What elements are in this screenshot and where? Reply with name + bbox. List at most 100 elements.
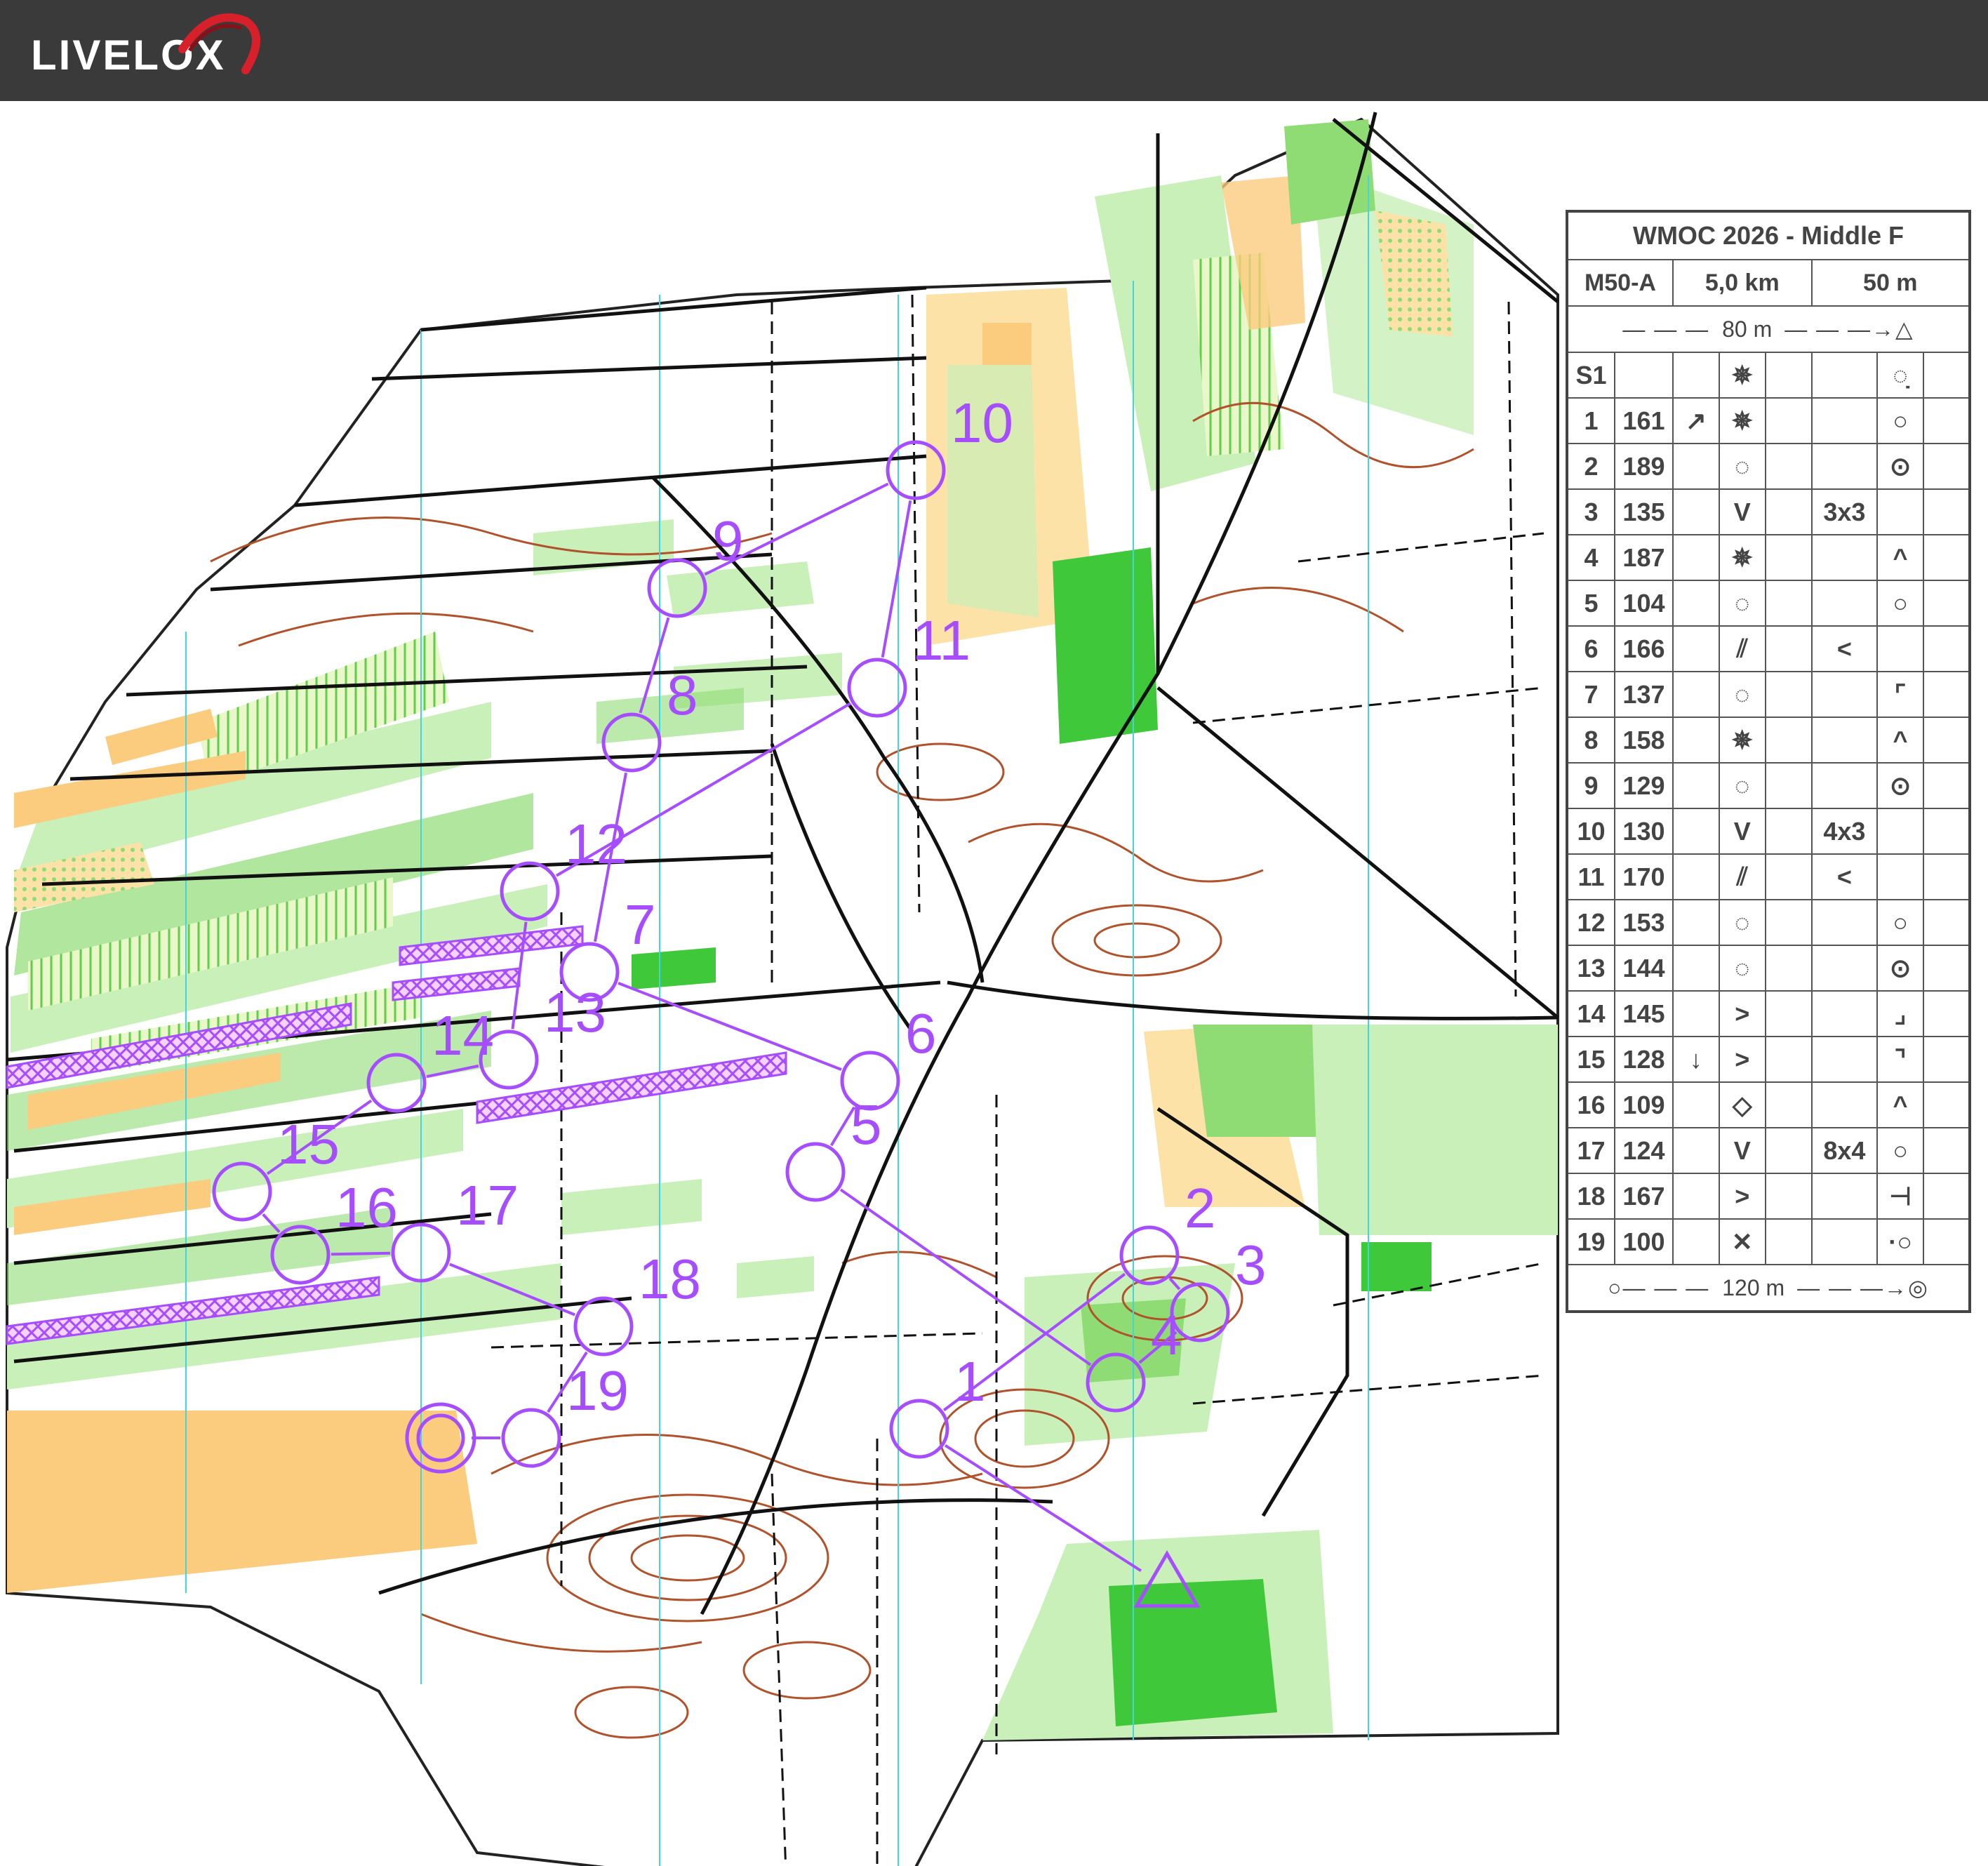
control-code: 187 [1614,534,1674,581]
control-number: 9 [712,509,744,572]
control-number: 2 [1185,1177,1216,1239]
empty-cell [1764,580,1813,627]
control-code: 124 [1614,1127,1674,1174]
empty-cell [1764,443,1813,490]
empty-cell [1923,488,1970,535]
control-num: 10 [1566,808,1616,855]
control-dim [1810,352,1879,399]
control-feature: ✵ [1718,534,1766,581]
control-number: 13 [544,981,606,1044]
control-extra: ⊣ [1876,1173,1925,1220]
event-title: WMOC 2026 - Middle F [1566,211,1970,260]
control-num: 13 [1566,945,1616,992]
control-feature: ⫽ [1718,625,1766,672]
control-dim [1810,1036,1879,1083]
empty-cell [1764,808,1813,855]
control-dim [1810,534,1879,581]
control-extra: ○ [1876,397,1925,444]
control-extra: ◌̣ [1876,352,1925,399]
control-row: 3 135 V 3x3 [1566,488,1970,535]
course-leg [331,1251,391,1256]
control-num: 1 [1566,397,1616,444]
control-dim [1810,762,1879,809]
control-row: 14 145 > ⌟ [1566,990,1970,1037]
control-number: 4 [1151,1304,1182,1366]
control-number: 18 [639,1248,701,1310]
control-number: 17 [456,1174,519,1237]
control-dir [1672,1127,1720,1174]
control-row: 11 170 ⫽ < [1566,853,1970,900]
empty-cell [1923,443,1970,490]
arrow-to-start-icon: — — —→△ [1784,316,1914,342]
control-feature: ⫽ [1718,853,1766,900]
control-number: 19 [566,1359,629,1422]
control-num: 4 [1566,534,1616,581]
empty-cell [1764,1081,1813,1128]
control-extra: ⊙ [1876,443,1925,490]
empty-cell [1923,762,1970,809]
control-dim [1810,899,1879,946]
control-num: 11 [1566,853,1616,900]
empty-cell [1923,853,1970,900]
control-dir [1672,762,1720,809]
control-feature: ◌ [1718,671,1766,718]
control-code: 130 [1614,808,1674,855]
control-extra: ⊙ [1876,945,1925,992]
control-feature: ◇ [1718,1081,1766,1128]
control-code: 145 [1614,990,1674,1037]
control-code: 161 [1614,397,1674,444]
control-extra: ○ [1876,899,1925,946]
control-number: 8 [667,664,698,726]
control-dim [1810,580,1879,627]
control-code: 166 [1614,625,1674,672]
control-dim [1810,671,1879,718]
control-num: 5 [1566,580,1616,627]
control-dir [1672,580,1720,627]
control-row: 17 124 V 8x4 ○ [1566,1127,1970,1174]
control-code: 104 [1614,580,1674,627]
control-row: 10 130 V 4x3 [1566,808,1970,855]
control-row: 18 167 > ⊣ [1566,1173,1970,1220]
control-number: 14 [432,1004,494,1067]
control-number: 12 [565,813,627,875]
control-feature: ◌ [1718,762,1766,809]
control-num: 3 [1566,488,1616,535]
control-dir [1672,808,1720,855]
empty-cell [1764,762,1813,809]
control-dim [1810,945,1879,992]
control-dim: 4x3 [1810,808,1879,855]
control-dir [1672,853,1720,900]
control-row: 8 158 ✵ ^ [1566,717,1970,764]
control-feature: V [1718,1127,1766,1174]
control-code: 189 [1614,443,1674,490]
control-number: 10 [951,392,1013,454]
control-num: 8 [1566,717,1616,764]
control-dim [1810,990,1879,1037]
finish-tape-distance: 120 m [1722,1274,1785,1300]
control-dim [1810,443,1879,490]
control-feature: > [1718,1173,1766,1220]
empty-cell [1764,397,1813,444]
control-number: 6 [905,1002,937,1065]
control-dim [1810,1218,1879,1265]
empty-cell [1923,990,1970,1037]
logo-swoosh-icon [178,13,260,74]
control-dir [1672,899,1720,946]
control-extra [1876,853,1925,900]
control-feature: V [1718,488,1766,535]
control-extra: ⌝ [1876,1036,1925,1083]
control-num: 19 [1566,1218,1616,1265]
control-dim: < [1810,853,1879,900]
control-feature: ◌ [1718,443,1766,490]
control-number: 1 [954,1350,986,1413]
control-dir [1672,443,1720,490]
control-feature: ◌ [1718,899,1766,946]
empty-cell [1764,1218,1813,1265]
control-number: 15 [277,1113,340,1175]
control-num: 16 [1566,1081,1616,1128]
empty-cell [1923,1173,1970,1220]
empty-cell [1764,625,1813,672]
control-dim [1810,397,1879,444]
control-feature: ✵ [1718,397,1766,444]
control-dir: ↗ [1672,397,1720,444]
